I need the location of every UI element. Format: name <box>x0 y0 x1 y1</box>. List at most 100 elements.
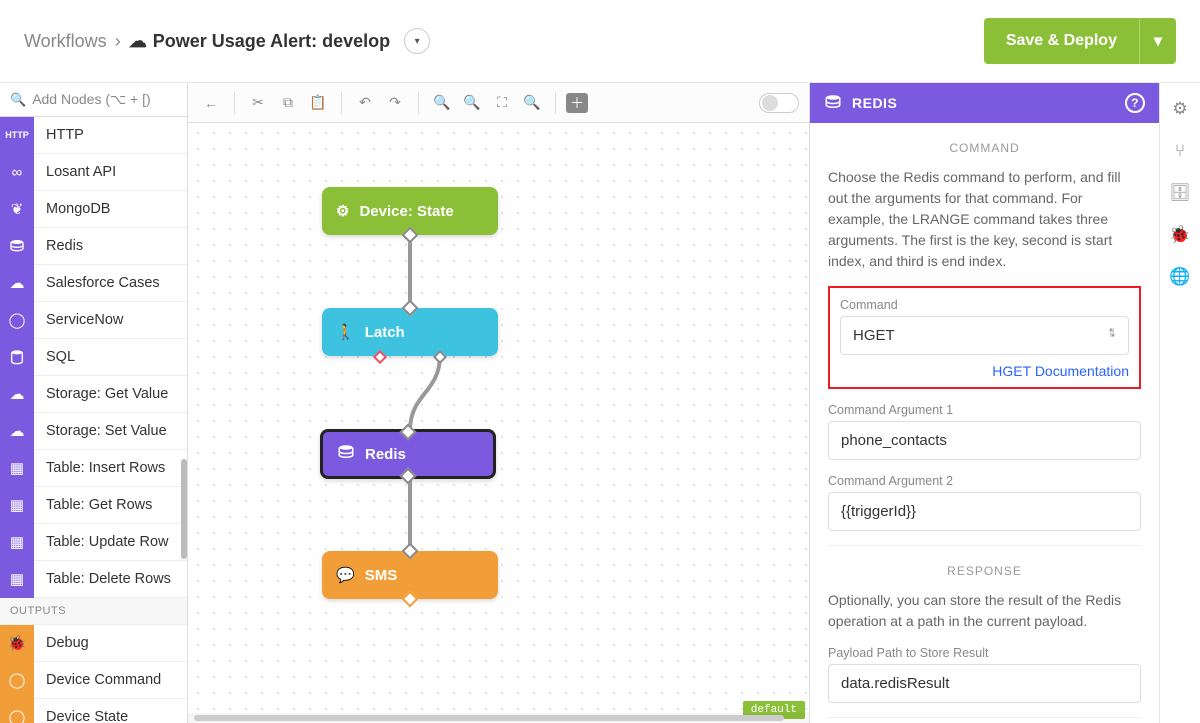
globe-icon[interactable]: 🌐 <box>1169 267 1190 287</box>
arg2-label: Command Argument 2 <box>828 474 1141 488</box>
breadcrumb: Workflows › ☁ Power Usage Alert: develop… <box>24 28 430 54</box>
sidebar-item-label: Storage: Set Value <box>34 423 167 439</box>
sidebar-item[interactable]: ☁Storage: Set Value <box>0 413 187 450</box>
stack-icon <box>824 93 842 114</box>
header: Workflows › ☁ Power Usage Alert: develop… <box>0 0 1200 83</box>
chevron-right-icon: › <box>115 31 121 52</box>
node-sms[interactable]: 💬 SMS <box>322 551 498 599</box>
sidebar-item-label: Debug <box>34 635 89 651</box>
fit-button[interactable]: ⛶ <box>489 90 515 116</box>
zoom-reset-button[interactable]: 🔍 <box>519 90 545 116</box>
node-latch[interactable]: 🚶 Latch <box>322 308 498 356</box>
leaf-icon: ❦ <box>0 191 34 228</box>
sidebar-item[interactable]: ◯Device Command <box>0 662 187 699</box>
sidebar-item[interactable]: ❦MongoDB <box>0 191 187 228</box>
cut-button[interactable]: ✂ <box>245 90 271 116</box>
sidebar-item-label: Table: Update Row <box>34 534 169 550</box>
cloudup-icon: ☁ <box>0 413 34 450</box>
sidebar-item-label: ServiceNow <box>34 312 123 328</box>
undo-button[interactable]: ↶ <box>352 90 378 116</box>
canvas-area: ← ✂ ⧉ 📋 ↶ ↷ 🔍 🔍 ⛶ 🔍 ＋ <box>188 83 810 723</box>
panel-title: REDIS <box>852 95 897 111</box>
command-select[interactable]: HGET <box>840 316 1129 355</box>
db-icon <box>0 339 34 376</box>
sidebar-item[interactable]: ◯Device State <box>0 699 187 723</box>
hget-doc-link[interactable]: HGET Documentation <box>840 363 1129 379</box>
node-label: SMS <box>365 567 398 584</box>
zoom-in-button[interactable]: 🔍 <box>459 90 485 116</box>
stack-icon <box>0 228 34 265</box>
save-deploy-button[interactable]: Save & Deploy <box>984 18 1139 64</box>
right-rail: ⚙ ⑂ 🗄 🐞 🌐 <box>1160 83 1200 723</box>
sidebar-item-label: Table: Get Rows <box>34 497 152 513</box>
zoom-out-button[interactable]: 🔍 <box>429 90 455 116</box>
sidebar-item-label: MongoDB <box>34 201 110 217</box>
table-icon: ▦ <box>0 487 34 524</box>
result-label: Payload Path to Store Result <box>828 646 1141 660</box>
node-label: Redis <box>365 446 406 463</box>
command-highlight: Command HGET HGET Documentation <box>828 286 1141 389</box>
sidebar-item[interactable]: SQL <box>0 339 187 376</box>
circle-icon: ◯ <box>0 699 34 723</box>
response-section-header: RESPONSE <box>828 564 1141 578</box>
outputs-header: OUTPUTS <box>0 598 187 625</box>
sidebar-item[interactable]: ☁Salesforce Cases <box>0 265 187 302</box>
redo-button[interactable]: ↷ <box>382 90 408 116</box>
sidebar-item[interactable]: ▦Table: Update Row <box>0 524 187 561</box>
properties-panel: REDIS ? COMMAND Choose the Redis command… <box>810 83 1160 723</box>
bug-icon[interactable]: 🐞 <box>1169 225 1190 245</box>
arg1-input[interactable] <box>828 421 1141 460</box>
sidebar-item-label: Table: Insert Rows <box>34 460 165 476</box>
node-label: Latch <box>365 324 405 341</box>
sidebar-item-label: Table: Delete Rows <box>34 571 171 587</box>
canvas[interactable]: ⚙ Device: State 🚶 Latch Redis 💬 <box>188 123 809 723</box>
sidebar-item[interactable]: ▦Table: Get Rows <box>0 487 187 524</box>
node-device-state[interactable]: ⚙ Device: State <box>322 187 498 235</box>
sidebar-item-label: Salesforce Cases <box>34 275 160 291</box>
breadcrumb-root[interactable]: Workflows <box>24 31 107 52</box>
gear-icon: ⚙ <box>336 202 349 220</box>
copy-button[interactable]: ⧉ <box>275 90 301 116</box>
scrollbar[interactable] <box>181 459 187 559</box>
circle-icon: ◯ <box>0 302 34 339</box>
paste-button[interactable]: 📋 <box>305 90 331 116</box>
arg1-label: Command Argument 1 <box>828 403 1141 417</box>
branch-icon[interactable]: ⑂ <box>1175 141 1185 161</box>
version-dropdown[interactable]: ▾ <box>404 28 430 54</box>
canvas-toolbar: ← ✂ ⧉ 📋 ↶ ↷ 🔍 🔍 ⛶ 🔍 ＋ <box>188 83 809 123</box>
sidebar-item[interactable]: ▦Table: Insert Rows <box>0 450 187 487</box>
sidebar-item[interactable]: 🐞Debug <box>0 625 187 662</box>
save-deploy-group: Save & Deploy ▾ <box>984 18 1176 64</box>
sidebar-item-label: Redis <box>34 238 83 254</box>
walk-icon: 🚶 <box>336 323 355 341</box>
back-button[interactable]: ← <box>198 90 224 116</box>
sidebar-item[interactable]: ∞Losant API <box>0 154 187 191</box>
response-help-text: Optionally, you can store the result of … <box>828 590 1141 632</box>
sidebar-item[interactable]: ◯ServiceNow <box>0 302 187 339</box>
save-deploy-dropdown[interactable]: ▾ <box>1139 18 1176 64</box>
page-title: ☁ Power Usage Alert: develop <box>129 31 390 52</box>
sidebar-item-label: Losant API <box>34 164 116 180</box>
sidebar-item[interactable]: ☁Storage: Get Value <box>0 376 187 413</box>
dot-grid <box>188 123 809 723</box>
gear-icon[interactable]: ⚙ <box>1172 99 1187 119</box>
database-icon[interactable]: 🗄 <box>1169 183 1191 203</box>
cloud-icon: ☁ <box>129 31 147 52</box>
help-icon[interactable]: ? <box>1125 93 1145 113</box>
sidebar-item[interactable]: ▦Table: Delete Rows <box>0 561 187 598</box>
http-icon: HTTP <box>0 117 34 154</box>
node-label: Device: State <box>359 203 453 220</box>
node-redis[interactable]: Redis <box>320 429 496 479</box>
add-node-button[interactable]: ＋ <box>566 93 588 113</box>
canvas-scrollbar[interactable] <box>188 713 809 723</box>
search-nodes[interactable]: 🔍 Add Nodes (⌥ + [) <box>0 83 187 117</box>
arg2-input[interactable] <box>828 492 1141 531</box>
sidebar-item[interactable]: HTTPHTTP <box>0 117 187 154</box>
clouddown-icon: ☁ <box>0 376 34 413</box>
sidebar-item[interactable]: Redis <box>0 228 187 265</box>
preview-toggle[interactable] <box>759 93 799 113</box>
sidebar-item-label: HTTP <box>34 127 84 143</box>
sidebar: 🔍 Add Nodes (⌥ + [) HTTPHTTP∞Losant API❦… <box>0 83 188 723</box>
result-input[interactable] <box>828 664 1141 703</box>
node-list: HTTPHTTP∞Losant API❦MongoDBRedis☁Salesfo… <box>0 117 187 723</box>
